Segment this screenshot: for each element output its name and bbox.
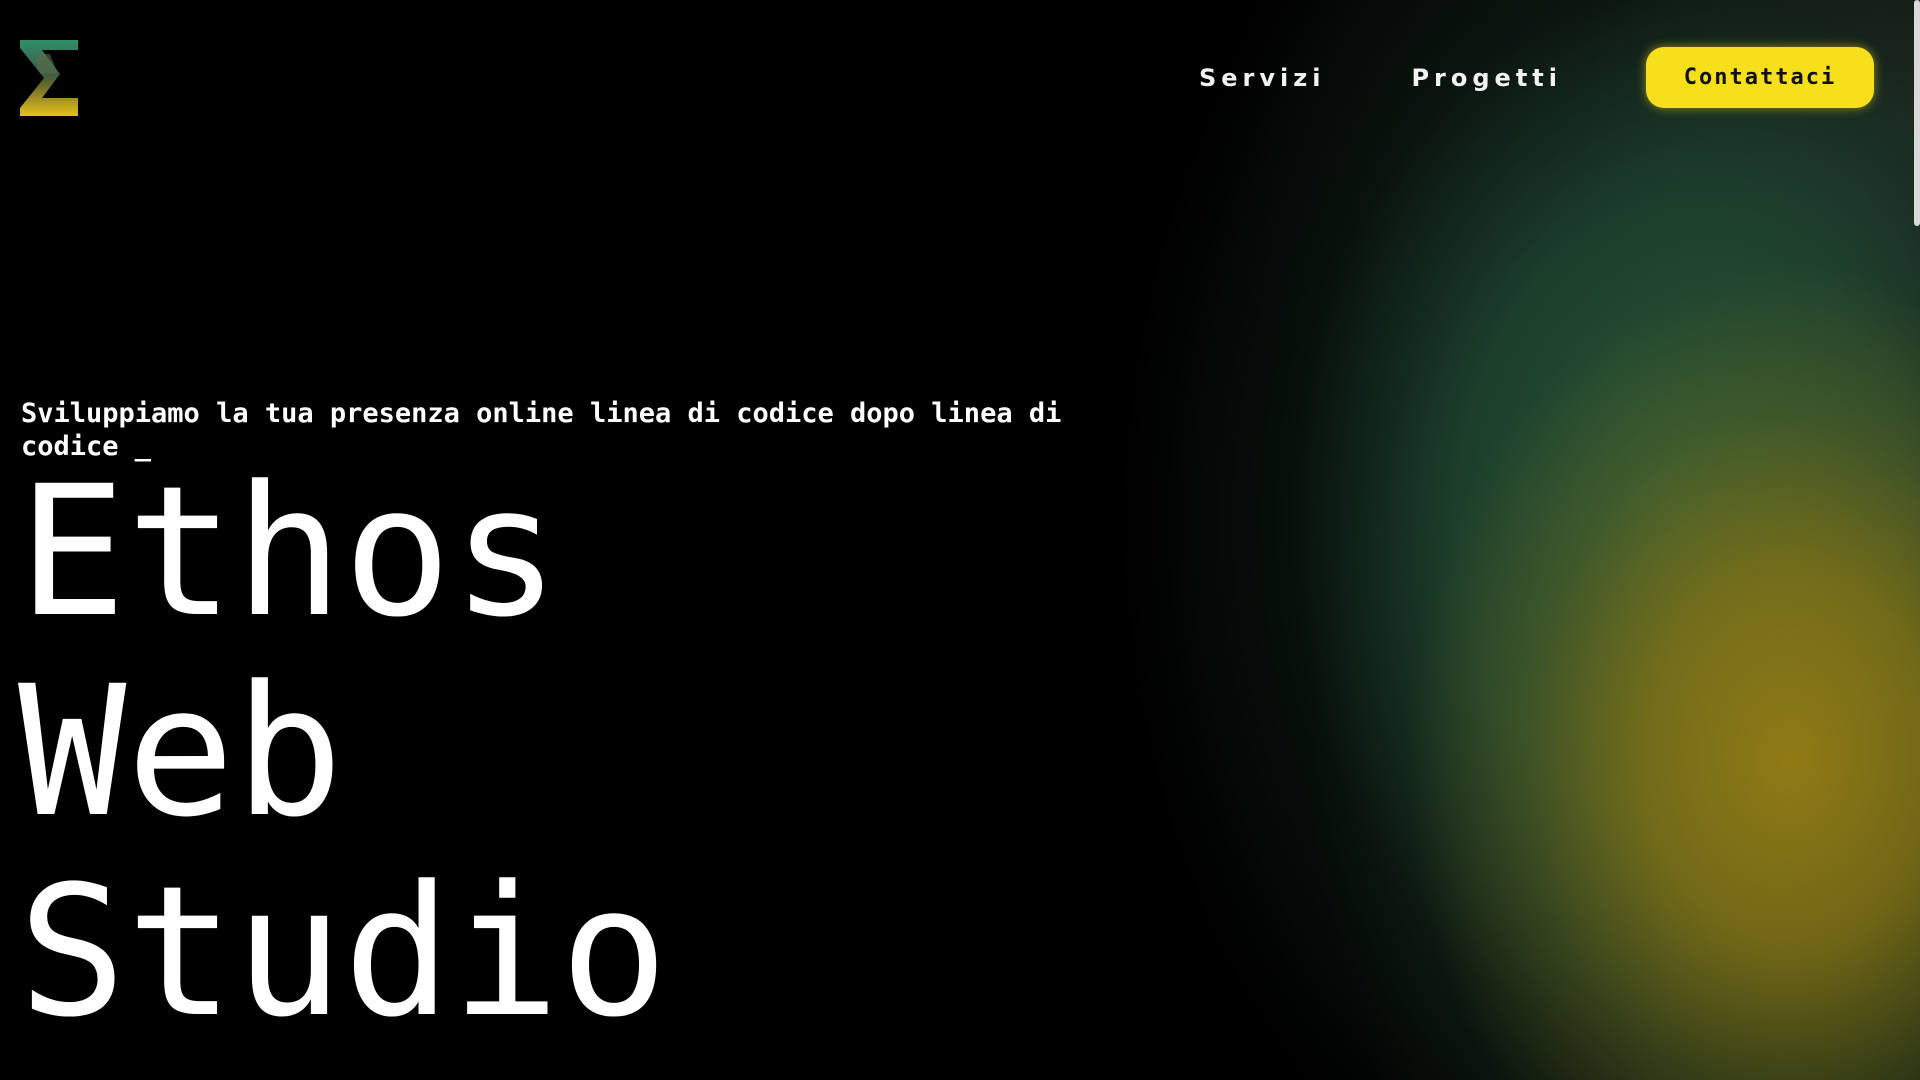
hero-title: Ethos Web Studio	[18, 453, 668, 1053]
contact-button[interactable]: Contattaci	[1646, 47, 1874, 108]
hero-title-line-2: Web	[18, 648, 344, 857]
hero-title-line-1: Ethos	[18, 448, 560, 657]
page-scrollbar[interactable]	[1914, 0, 1920, 1080]
nav-link-progetti[interactable]: Progetti	[1411, 64, 1562, 92]
hero-title-line-3: Studio	[18, 848, 669, 1057]
top-navigation: Servizi Progetti Contattaci	[1199, 47, 1874, 108]
sigma-logo-icon[interactable]	[20, 40, 78, 116]
scrollbar-thumb[interactable]	[1914, 0, 1920, 226]
nav-link-servizi[interactable]: Servizi	[1199, 64, 1325, 92]
